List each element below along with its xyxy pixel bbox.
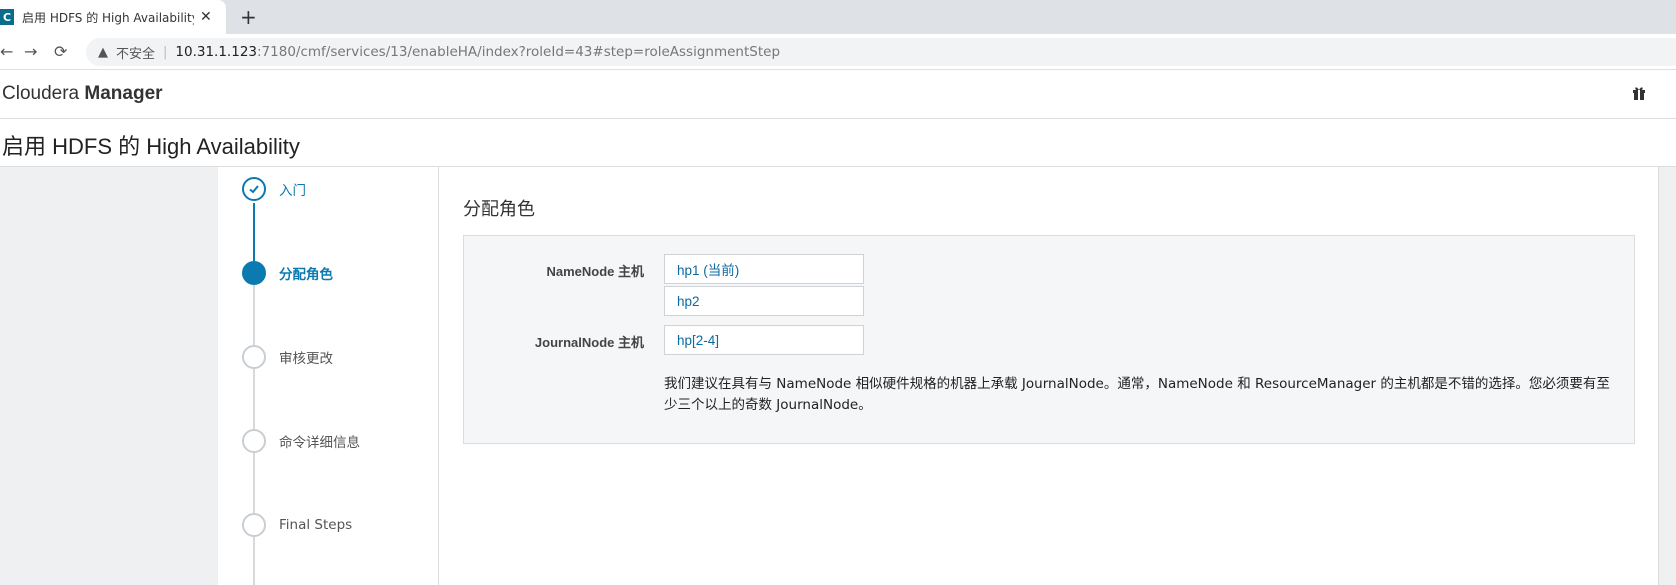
browser-tab[interactable]: C 启用 HDFS 的 High Availability ✕ [0, 0, 226, 34]
app-header: Cloudera Manager [0, 71, 1676, 119]
namenode-host-2-selector[interactable]: hp2 [664, 286, 864, 316]
step-active-marker [242, 261, 266, 285]
back-arrow-icon[interactable]: ← [0, 42, 13, 61]
journalnode-host-selector[interactable]: hp[2-4] [664, 325, 864, 355]
step-label: 命令详细信息 [279, 435, 360, 451]
section-title: 分配角色 [463, 199, 535, 220]
forward-arrow-icon[interactable]: → [24, 42, 37, 61]
brand-cloudera: Cloudera [2, 83, 80, 104]
insecure-label[interactable]: 不安全 [116, 43, 155, 62]
wizard-steps: 入门 分配角色 审核更改 命令详细信息 Final Steps [218, 167, 439, 585]
warning-triangle-icon[interactable]: ▲ [98, 45, 108, 60]
journalnode-host-label: JournalNode 主机 [534, 335, 644, 350]
gift-icon[interactable] [1632, 85, 1646, 101]
journalnode-hint: 我们建议在具有与 NameNode 相似硬件规格的机器上承载 JournalNo… [664, 374, 1614, 416]
new-tab-icon[interactable]: + [240, 5, 257, 29]
step-label: 分配角色 [279, 267, 333, 283]
step-assign-roles[interactable]: 分配角色 [242, 261, 333, 285]
url-omnibox[interactable]: ▲ 不安全 | 10.31.1.123:7180/cmf/services/13… [86, 38, 1676, 66]
step-intro[interactable]: 入门 [242, 177, 306, 201]
hint-line: 少三个以上的奇数 JournalNode。 [664, 397, 872, 413]
page-title-bar: 启用 HDFS 的 High Availability [0, 119, 1676, 167]
address-bar: ← → ⟳ ▲ 不安全 | 10.31.1.123:7180/cmf/servi… [0, 34, 1676, 70]
cloudera-favicon-icon: C [0, 9, 14, 25]
url-path: :7180/cmf/services/13/enableHA/index?rol… [257, 44, 781, 60]
step-review-changes[interactable]: 审核更改 [242, 345, 333, 369]
brand-logo[interactable]: Cloudera Manager [2, 83, 163, 105]
main-content: 分配角色 NameNode 主机 hp1 (当前) hp2 JournalNod… [440, 167, 1658, 585]
right-margin [1658, 167, 1676, 585]
url-host: 10.31.1.123 [175, 44, 257, 60]
namenode-host-label: NameNode 主机 [546, 264, 644, 279]
brand-manager: Manager [84, 83, 163, 104]
step-label: 审核更改 [279, 351, 333, 367]
step-pending-marker [242, 345, 266, 369]
hint-line: 我们建议在具有与 NameNode 相似硬件规格的机器上承载 JournalNo… [664, 376, 1610, 392]
left-margin [0, 167, 218, 585]
url-divider: | [163, 44, 168, 60]
close-tab-icon[interactable]: ✕ [200, 9, 212, 25]
step-final-steps[interactable]: Final Steps [242, 513, 352, 537]
namenode-host-1-selector[interactable]: hp1 (当前) [664, 254, 864, 284]
reload-icon[interactable]: ⟳ [54, 42, 67, 61]
step-label: Final Steps [279, 517, 353, 533]
role-assignment-panel: NameNode 主机 hp1 (当前) hp2 JournalNode 主机 … [463, 235, 1635, 444]
check-icon [249, 185, 259, 194]
step-done-marker [242, 177, 266, 201]
tab-title: 启用 HDFS 的 High Availability [22, 10, 194, 25]
url-text[interactable]: 10.31.1.123:7180/cmf/services/13/enableH… [175, 44, 780, 60]
step-pending-marker [242, 429, 266, 453]
page-title: 启用 HDFS 的 High Availability [2, 134, 300, 159]
step-pending-marker [242, 513, 266, 537]
step-label: 入门 [279, 183, 306, 199]
browser-tab-bar: C 启用 HDFS 的 High Availability ✕ + [0, 0, 1676, 34]
step-command-details[interactable]: 命令详细信息 [242, 429, 360, 453]
